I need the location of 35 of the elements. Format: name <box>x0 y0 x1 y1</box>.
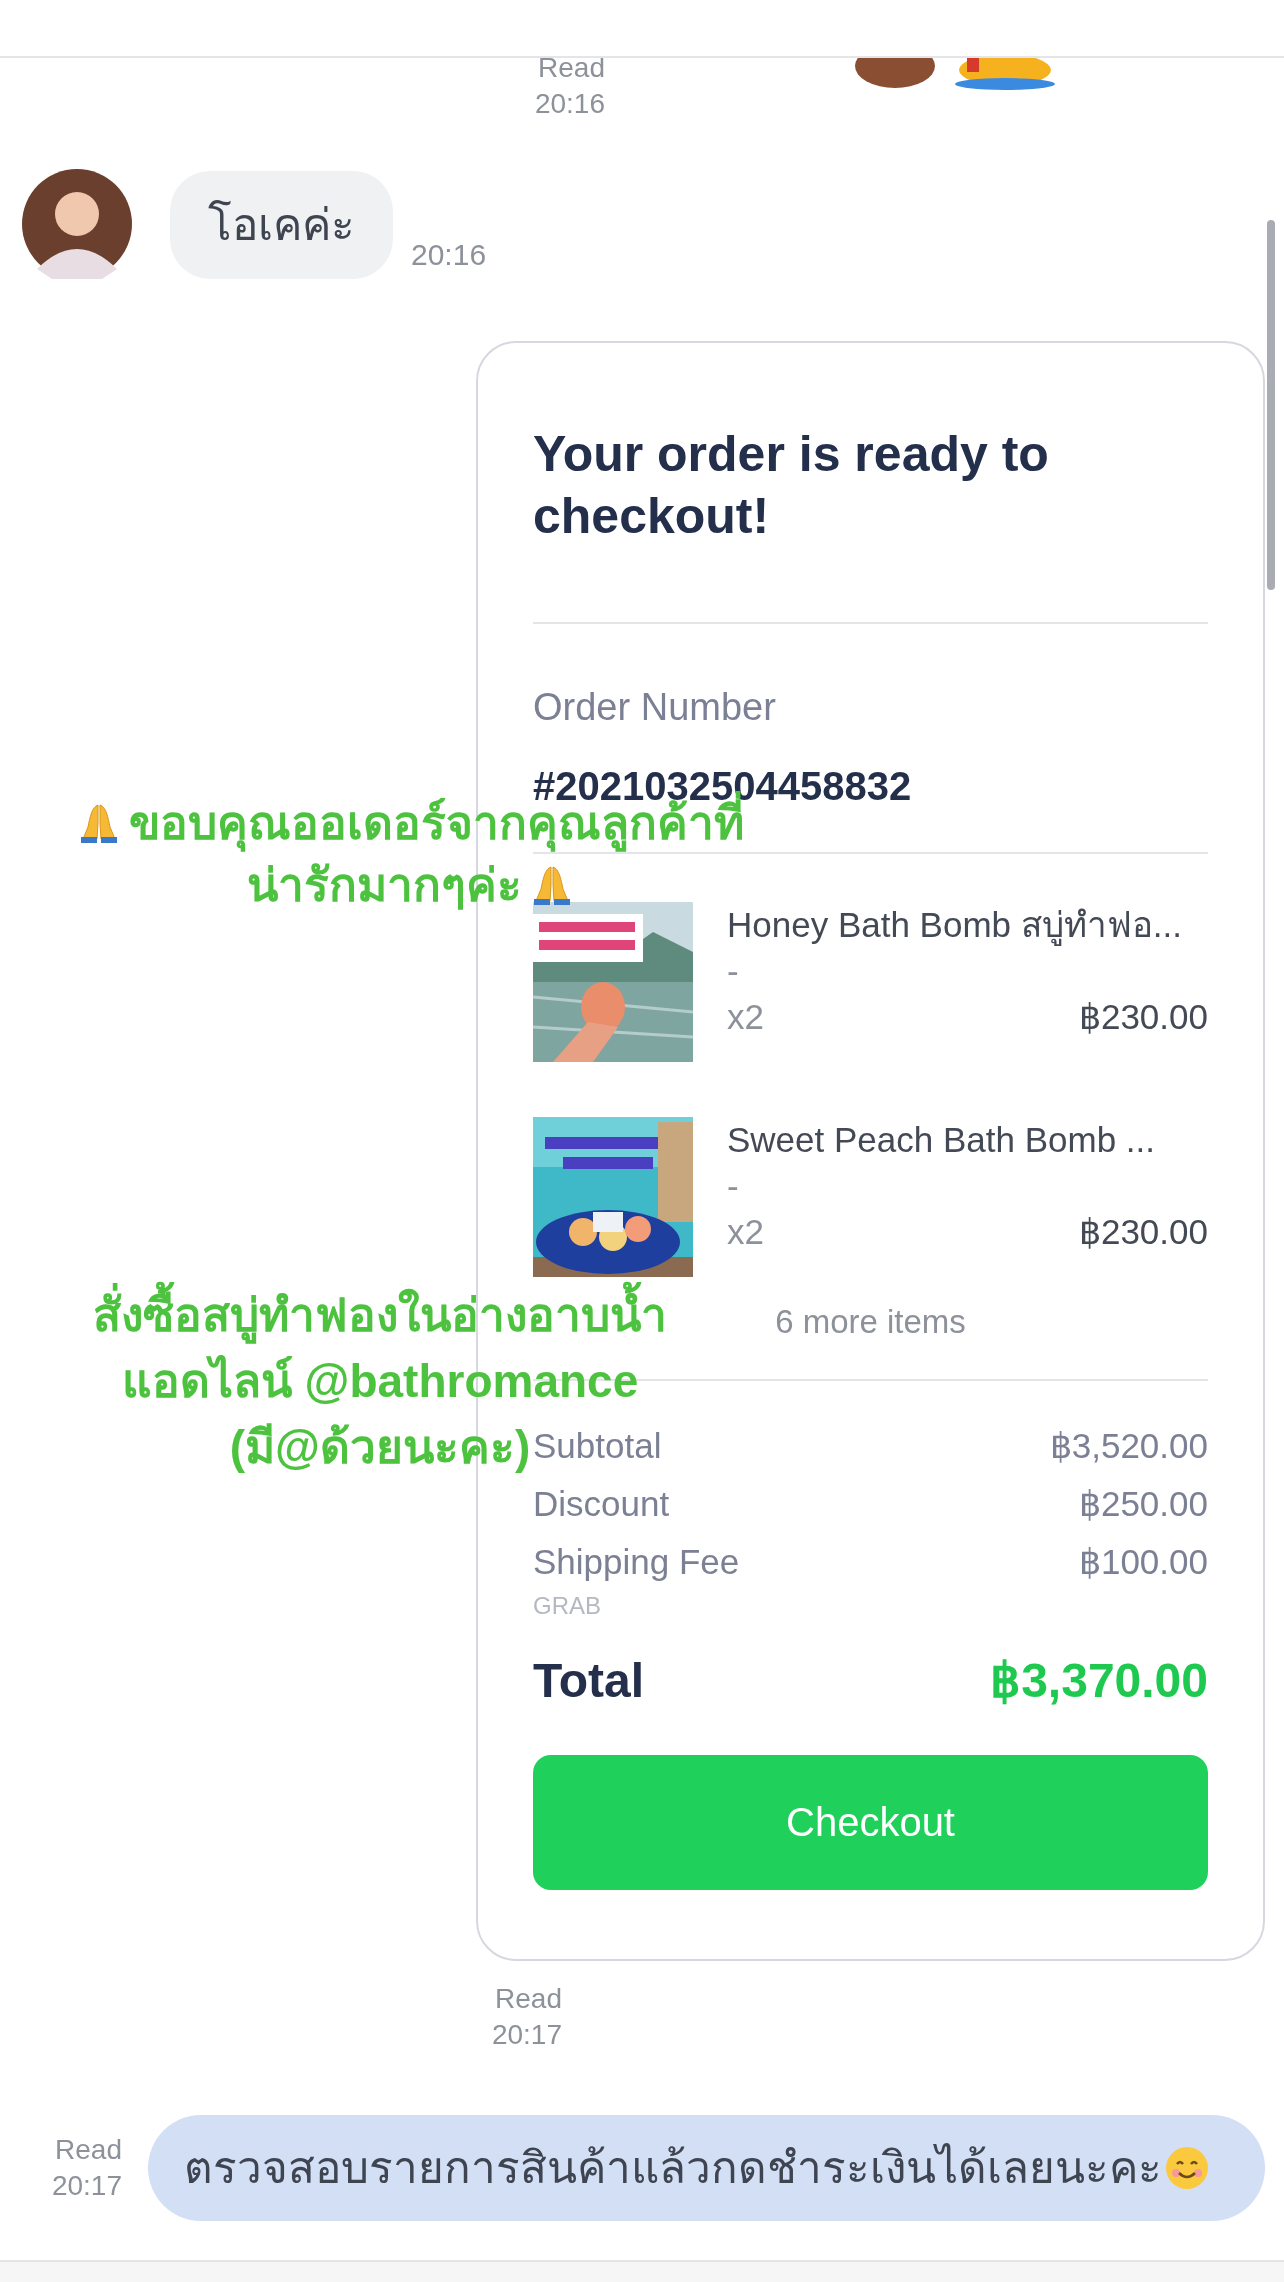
caption-text: แอดไลน์ @bathromance <box>121 1354 639 1409</box>
message-time: 20:17 <box>51 2169 122 2203</box>
read-status: Read <box>538 51 605 85</box>
total-value: ฿3,370.00 <box>990 1652 1208 1709</box>
caption-text: สั่งซื้อสบู่ทำฟองในอ่างอาบน้ำ <box>93 1282 667 1348</box>
product-quantity: x2 <box>727 996 764 1038</box>
smiley-icon <box>1164 2145 1210 2191</box>
shipping-method: GRAB <box>533 1590 602 1621</box>
incoming-message-bubble: โอเคค่ะ <box>170 171 393 279</box>
product-name: Sweet Peach Bath Bomb ... <box>727 1119 1156 1161</box>
summary-label: Discount <box>533 1482 670 1525</box>
product-quantity: x2 <box>727 1211 764 1253</box>
message-text: ตรวจสอบรายการสินค้าแล้วกดชำระเงินได้เลยนะคะ <box>184 2142 1162 2194</box>
summary-value: ฿250.00 <box>1078 1482 1208 1525</box>
message-time: 20:17 <box>491 2018 562 2052</box>
summary-value: ฿100.00 <box>1078 1540 1208 1583</box>
message-time: 20:16 <box>534 87 605 121</box>
order-number-label: Order Number <box>533 685 777 730</box>
product-name: Honey Bath Bomb สบู่ทำฟอ... <box>727 904 1183 948</box>
summary-label: Shipping Fee <box>533 1540 740 1583</box>
more-items-link[interactable]: 6 more items <box>775 1297 966 1347</box>
caption-text: น่ารักมากๆค่ะ <box>246 858 522 913</box>
product-price: ฿230.00 <box>1078 1211 1208 1253</box>
read-status: Read <box>55 2133 122 2167</box>
caption-text: (มี@ด้วยนะคะ) <box>229 1420 531 1475</box>
read-status: Read <box>495 1982 562 2016</box>
summary-value: ฿3,520.00 <box>1049 1424 1208 1467</box>
product-variant: - <box>727 1165 739 1207</box>
product-variant: - <box>727 950 739 992</box>
message-time: 20:16 <box>411 237 487 273</box>
total-label: Total <box>533 1652 645 1709</box>
order-card-title: Your order is ready to checkout! <box>533 425 1050 546</box>
summary-label: Subtotal <box>533 1424 662 1467</box>
product-price: ฿230.00 <box>1078 996 1208 1038</box>
checkout-button[interactable]: Checkout <box>533 1754 1208 1890</box>
